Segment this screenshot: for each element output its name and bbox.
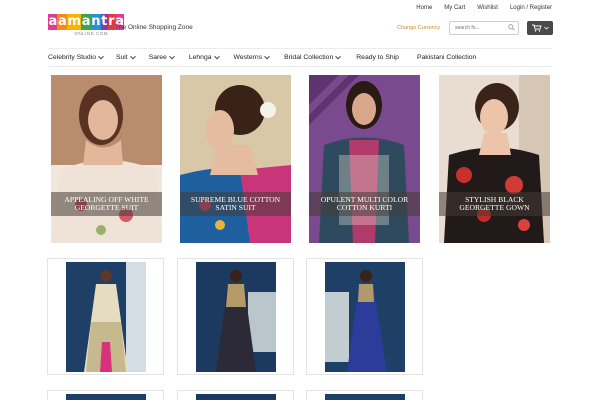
- product-photo: [196, 394, 276, 400]
- product-photo: [325, 394, 405, 400]
- logo-wordmark: a a m a n t r a: [48, 14, 125, 30]
- featured-caption: OPULENT MULTI COLOR COTTON KURTI: [309, 192, 420, 216]
- featured-photo: [180, 75, 291, 243]
- featured-tile-blue-cotton-suit[interactable]: SUPREME BLUE COTTON SATIN SUIT: [180, 75, 291, 243]
- product-card[interactable]: [306, 258, 423, 375]
- product-card[interactable]: [306, 390, 423, 400]
- chevron-down-icon: [543, 26, 549, 30]
- product-photo: [325, 262, 405, 372]
- login-register-link[interactable]: Login / Register: [510, 5, 552, 11]
- logo-subtext: ONLINE.COM: [74, 31, 108, 36]
- product-card[interactable]: [177, 258, 294, 375]
- cart-icon: [531, 24, 542, 32]
- chevron-down-icon: [213, 53, 220, 59]
- my-cart-link[interactable]: My Cart: [444, 5, 465, 11]
- nav-item-suit[interactable]: Suit: [116, 53, 136, 61]
- featured-tile-off-white-suit[interactable]: APPEALING OFF WHITE GEORGETTE SUIT: [51, 75, 162, 243]
- product-card[interactable]: [47, 390, 164, 400]
- product-photo: [196, 262, 276, 372]
- cart-button[interactable]: [527, 21, 553, 35]
- featured-tile-black-georgette-gown[interactable]: STYLISH BLACK GEORGETTE GOWN: [439, 75, 550, 243]
- chevron-down-icon: [98, 53, 104, 59]
- site-tagline: The Online Shopping Zone: [115, 24, 193, 31]
- product-card[interactable]: [47, 258, 164, 375]
- chevron-down-icon: [335, 53, 342, 59]
- product-photo: [66, 394, 146, 400]
- nav-item-pakistani-collection[interactable]: Pakistani Collection: [417, 54, 476, 61]
- featured-caption: APPEALING OFF WHITE GEORGETTE SUIT: [51, 192, 162, 216]
- main-nav: Celebrity Studio Suit Saree Lehnga Weste…: [48, 48, 552, 67]
- nav-item-saree[interactable]: Saree: [149, 53, 175, 61]
- nav-item-bridal-collection[interactable]: Bridal Collection: [284, 53, 342, 61]
- product-card[interactable]: [177, 390, 294, 400]
- chevron-down-icon: [169, 53, 175, 59]
- chevron-down-icon: [129, 53, 136, 59]
- featured-caption: SUPREME BLUE COTTON SATIN SUIT: [180, 192, 291, 216]
- featured-photo: [51, 75, 162, 243]
- nav-item-westerns[interactable]: Westerns: [234, 53, 270, 61]
- change-currency-link[interactable]: Change Currency: [397, 25, 440, 31]
- product-photo: [66, 262, 146, 372]
- chevron-down-icon: [264, 53, 270, 59]
- featured-tile-multi-color-kurti[interactable]: OPULENT MULTI COLOR COTTON KURTI: [309, 75, 420, 243]
- search-icon[interactable]: [508, 24, 515, 31]
- nav-item-ready-to-ship[interactable]: Ready to Ship: [356, 54, 399, 61]
- featured-photo: [439, 75, 550, 243]
- wishlist-link[interactable]: Wishlist: [477, 5, 498, 11]
- site-logo[interactable]: a a m a n t r a ONLINE.COM: [48, 14, 125, 40]
- featured-photo: [309, 75, 420, 243]
- home-link[interactable]: Home: [416, 5, 432, 11]
- nav-item-lehnga[interactable]: Lehnga: [189, 53, 220, 61]
- top-links: Home My Cart Wishlist Login / Register: [404, 5, 552, 11]
- nav-item-celebrity-studio[interactable]: Celebrity Studio: [48, 53, 104, 61]
- featured-caption: STYLISH BLACK GEORGETTE GOWN: [439, 192, 550, 216]
